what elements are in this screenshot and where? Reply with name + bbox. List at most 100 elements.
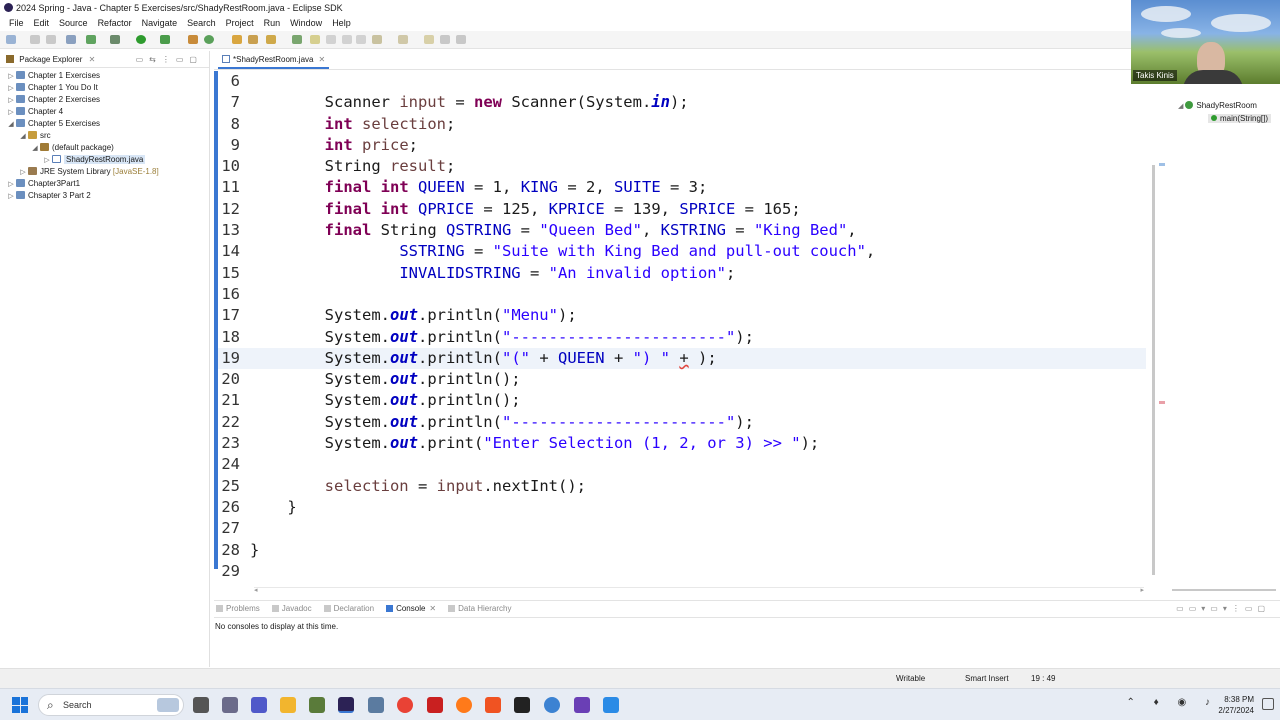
last-edit-icon[interactable] bbox=[424, 35, 434, 44]
code-line[interactable]: 8 int selection; bbox=[218, 114, 1146, 135]
console-view-controls[interactable]: ▭▭▾▭▾⋮▭▢ bbox=[1176, 604, 1270, 613]
virtualbox-icon[interactable] bbox=[368, 697, 384, 713]
code-text[interactable]: Scanner input = new Scanner(System.in); bbox=[250, 93, 689, 111]
external-tools-icon[interactable] bbox=[160, 35, 170, 44]
tree-item-chapter5-exercises[interactable]: ◢ Chapter 5 Exercises bbox=[0, 118, 209, 130]
mark-occurrences-icon[interactable] bbox=[310, 35, 320, 44]
tree-item-chapter2-exercises[interactable]: ▷ Chapter 2 Exercises bbox=[0, 94, 209, 106]
menu-file[interactable]: File bbox=[4, 16, 29, 31]
tab-declaration[interactable]: Declaration bbox=[323, 604, 374, 617]
show-whitespace-icon[interactable] bbox=[342, 35, 352, 44]
system-tray[interactable]: ⌃ ♦ ◉ ♪ bbox=[1126, 697, 1218, 708]
annotation-marker[interactable] bbox=[1159, 163, 1165, 166]
code-text[interactable]: SSTRING = "Suite with King Bed and pull-… bbox=[250, 242, 875, 260]
code-line[interactable]: 26 } bbox=[218, 497, 1146, 518]
taskbar-search[interactable]: ⌕ Search bbox=[38, 694, 184, 716]
save-all-icon[interactable] bbox=[46, 35, 56, 44]
debug-icon[interactable] bbox=[86, 35, 96, 44]
code-text[interactable]: System.out.println("(" + QUEEN + ") " + … bbox=[250, 349, 717, 367]
menu-edit[interactable]: Edit bbox=[29, 16, 55, 31]
tab-problems[interactable]: Problems bbox=[216, 604, 260, 617]
menu-search[interactable]: Search bbox=[182, 16, 221, 31]
code-text[interactable]: System.out.println(); bbox=[250, 370, 521, 388]
tree-item-shady-rest-room[interactable]: ▷ ShadyRestRoom.java bbox=[0, 154, 209, 166]
status-insert-mode[interactable]: Smart Insert bbox=[965, 674, 1009, 683]
view-controls[interactable]: ▭⇆⋮▭▢ bbox=[136, 55, 203, 64]
code-line[interactable]: 16 bbox=[218, 284, 1146, 305]
package-explorer-tab[interactable]: Package Explorer ✕ ▭⇆⋮▭▢ bbox=[0, 51, 209, 68]
menu-navigate[interactable]: Navigate bbox=[137, 16, 183, 31]
tree-item-default-package[interactable]: ◢ (default package) bbox=[0, 142, 209, 154]
eclipse-taskbar-icon[interactable] bbox=[338, 697, 354, 713]
code-line[interactable]: 11 final int QUEEN = 1, KING = 2, SUITE … bbox=[218, 177, 1146, 198]
open-task-icon[interactable] bbox=[248, 35, 258, 44]
code-line[interactable]: 10 String result; bbox=[218, 156, 1146, 177]
brave-icon[interactable] bbox=[485, 697, 501, 713]
editor-horizontal-scrollbar[interactable]: ◂ ▸ bbox=[254, 587, 1144, 594]
menu-refactor[interactable]: Refactor bbox=[93, 16, 137, 31]
windows-start-icon[interactable] bbox=[12, 697, 28, 713]
code-line[interactable]: 24 bbox=[218, 454, 1146, 475]
tree-item-src[interactable]: ◢ src bbox=[0, 130, 209, 142]
outline-class[interactable]: ◢ ShadyRestRoom bbox=[1178, 101, 1257, 110]
save-icon[interactable] bbox=[30, 35, 40, 44]
visual-studio-icon[interactable] bbox=[574, 697, 590, 713]
tree-item-chapter4[interactable]: ▷ Chapter 4 bbox=[0, 106, 209, 118]
code-text[interactable]: int selection; bbox=[250, 115, 456, 133]
open-type-icon[interactable] bbox=[232, 35, 242, 44]
taskbar-clock[interactable]: 8:38 PM 2/27/2024 bbox=[1218, 694, 1254, 716]
code-line[interactable]: 19 System.out.println("(" + QUEEN + ") "… bbox=[218, 347, 1146, 370]
pin-icon[interactable] bbox=[292, 35, 302, 44]
next-annotation-icon[interactable] bbox=[372, 35, 382, 44]
code-text[interactable]: final int QUEEN = 1, KING = 2, SUITE = 3… bbox=[250, 178, 708, 196]
code-text[interactable]: System.out.println("Menu"); bbox=[250, 306, 577, 324]
code-line[interactable]: 23 System.out.print("Enter Selection (1,… bbox=[218, 433, 1146, 454]
code-text[interactable]: selection = input.nextInt(); bbox=[250, 477, 586, 495]
menu-help[interactable]: Help bbox=[327, 16, 356, 31]
code-editor[interactable]: *ShadyRestRoom.java✕ ✖ 67 Scanner input … bbox=[214, 51, 1158, 597]
code-text[interactable]: } bbox=[250, 541, 259, 559]
notepad-app-icon[interactable] bbox=[309, 697, 325, 713]
code-line[interactable]: 28} bbox=[218, 540, 1146, 561]
code-line[interactable]: 9 int price; bbox=[218, 135, 1146, 156]
code-line[interactable]: 17 System.out.println("Menu"); bbox=[218, 305, 1146, 326]
tree-item-chapter3-part2[interactable]: ▷ Chsapter 3 Part 2 bbox=[0, 190, 209, 202]
expand-icon[interactable]: ▷ bbox=[6, 191, 16, 203]
tree-item-chapter3part1[interactable]: ▷ Chapter3Part1 bbox=[0, 178, 209, 190]
code-text[interactable]: System.out.println("--------------------… bbox=[250, 328, 754, 346]
code-line[interactable]: 12 final int QPRICE = 125, KPRICE = 139,… bbox=[218, 199, 1146, 220]
code-line[interactable]: 14 SSTRING = "Suite with King Bed and pu… bbox=[218, 241, 1146, 262]
code-text[interactable]: INVALIDSTRING = "An invalid option"; bbox=[250, 264, 735, 282]
zoom-icon[interactable] bbox=[427, 697, 443, 713]
code-line[interactable]: 13 final String QSTRING = "Queen Bed", K… bbox=[218, 220, 1146, 241]
new-icon[interactable] bbox=[6, 35, 16, 44]
forward-icon[interactable] bbox=[456, 35, 466, 44]
code-line[interactable]: 7 Scanner input = new Scanner(System.in)… bbox=[218, 92, 1146, 113]
code-text[interactable]: final String QSTRING = "Queen Bed", KSTR… bbox=[250, 221, 857, 239]
github-icon[interactable] bbox=[514, 697, 530, 713]
block-selection-icon[interactable] bbox=[326, 35, 336, 44]
code-line[interactable]: 25 selection = input.nextInt(); bbox=[218, 476, 1146, 497]
calendar-app-icon[interactable] bbox=[222, 697, 238, 713]
code-line[interactable]: 6 bbox=[218, 71, 1146, 92]
teams-icon[interactable] bbox=[251, 697, 267, 713]
app-icon[interactable] bbox=[544, 697, 560, 713]
tree-item-chapter1-you-do-it[interactable]: ▷ Chapter 1 You Do It bbox=[0, 82, 209, 94]
vscode-icon[interactable] bbox=[603, 697, 619, 713]
previous-annotation-icon[interactable] bbox=[398, 35, 408, 44]
outline-method-main[interactable]: main(String[]) bbox=[1208, 114, 1272, 123]
code-line[interactable]: 27 bbox=[218, 518, 1146, 539]
outline-scrollbar[interactable] bbox=[1172, 589, 1276, 591]
code-line[interactable]: 18 System.out.println("-----------------… bbox=[218, 327, 1146, 348]
tab-console[interactable]: Console ✕ bbox=[386, 604, 436, 617]
menu-run[interactable]: Run bbox=[259, 16, 286, 31]
back-icon[interactable] bbox=[440, 35, 450, 44]
code-text[interactable]: String result; bbox=[250, 157, 456, 175]
code-text[interactable]: } bbox=[250, 498, 296, 516]
new-class-icon[interactable] bbox=[204, 35, 214, 44]
code-text[interactable]: System.out.print("Enter Selection (1, 2,… bbox=[250, 434, 820, 452]
code-text[interactable]: final int QPRICE = 125, KPRICE = 139, SP… bbox=[250, 200, 801, 218]
search-icon[interactable] bbox=[266, 35, 276, 44]
code-text[interactable]: System.out.println("--------------------… bbox=[250, 413, 754, 431]
tree-item-jre-library[interactable]: ▷ JRE System Library [JavaSE-1.8] bbox=[0, 166, 209, 178]
